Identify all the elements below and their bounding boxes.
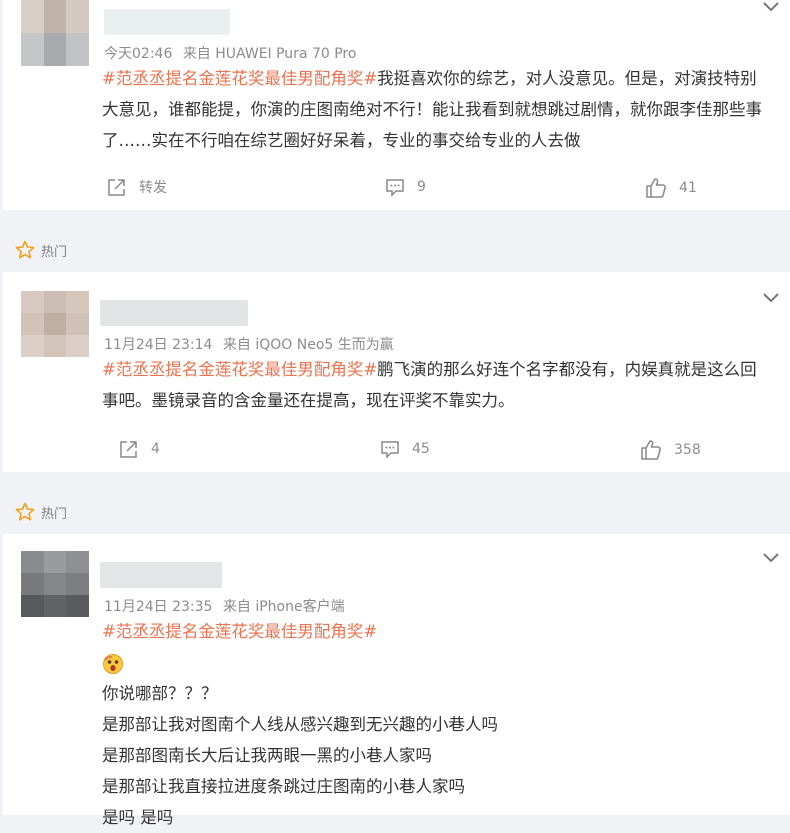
repost-button[interactable]: 4: [119, 439, 160, 459]
comment-time: 今天02:46: [104, 46, 173, 62]
repost-count: 4: [151, 441, 160, 457]
comment-meta: 11月24日 23:35 来自 iPhone客户端: [104, 596, 351, 616]
comment-content: #范丞丞提名金莲花奖最佳男配角奖# 你说哪部？？？ 是那部让我对图南个人线从感兴…: [102, 616, 772, 833]
comment-card-3: 11月24日 23:35 来自 iPhone客户端 #范丞丞提名金莲花奖最佳男配…: [3, 534, 790, 827]
hot-badge: 热门: [15, 502, 67, 522]
chevron-down-icon[interactable]: [761, 291, 781, 305]
topic-tag[interactable]: #范丞丞提名金莲花奖最佳男配角奖#: [102, 616, 772, 647]
like-button[interactable]: 41: [645, 177, 697, 199]
comment-count: 45: [412, 441, 430, 457]
avatar[interactable]: [21, 291, 89, 357]
chevron-down-icon[interactable]: [761, 0, 781, 14]
comment-time: 11月24日 23:14: [104, 337, 213, 353]
topic-tag[interactable]: #范丞丞提名金莲花奖最佳男配角奖#: [102, 360, 377, 379]
thumbs-up-icon: [641, 440, 661, 460]
chevron-down-icon[interactable]: [761, 551, 781, 565]
comment-meta: 今天02:46 来自 HUAWEI Pura 70 Pro: [104, 43, 362, 63]
comment-meta: 11月24日 23:14 来自 iQOO Neo5 生而为赢: [104, 334, 400, 354]
comment-content: #范丞丞提名金莲花奖最佳男配角奖#我挺喜欢你的综艺，对人没意见。但是，对演技特别…: [102, 63, 772, 156]
comment-source: 来自 iQOO Neo5 生而为赢: [222, 337, 394, 353]
thumbs-up-icon: [646, 178, 666, 198]
comment-icon: [386, 179, 404, 197]
comment-time: 11月24日 23:35: [104, 599, 213, 615]
hot-badge: 热门: [15, 240, 67, 260]
comment-content: #范丞丞提名金莲花奖最佳男配角奖#鹏飞演的那么好连个名字都没有，内娱真就是这么回…: [102, 354, 772, 416]
shocked-emoji-icon: [102, 647, 772, 678]
hot-label: 热门: [41, 506, 68, 522]
topic-tag[interactable]: #范丞丞提名金莲花奖最佳男配角奖#: [102, 69, 377, 88]
comment-line: 是吗 是吗: [102, 808, 174, 827]
comment-count: 9: [417, 179, 426, 195]
comment-icon: [381, 441, 399, 459]
username-blurred[interactable]: [104, 9, 230, 35]
comment-line: 是那部让我直接拉进度条跳过庄图南的小巷人家吗: [102, 777, 465, 796]
like-button[interactable]: 358: [640, 439, 701, 461]
like-count: 358: [674, 442, 701, 458]
avatar[interactable]: [21, 551, 89, 617]
avatar[interactable]: [21, 0, 89, 66]
comment-button[interactable]: 45: [380, 439, 430, 459]
comment-card-1: 今天02:46 来自 HUAWEI Pura 70 Pro #范丞丞提名金莲花奖…: [3, 0, 790, 210]
comment-card-2: 11月24日 23:14 来自 iQOO Neo5 生而为赢 #范丞丞提名金莲花…: [3, 272, 790, 472]
hot-label: 热门: [41, 244, 68, 260]
like-count: 41: [679, 180, 697, 196]
comment-source: 来自 HUAWEI Pura 70 Pro: [182, 46, 357, 62]
star-icon: [15, 502, 35, 521]
share-icon: [108, 179, 125, 196]
share-icon: [120, 441, 137, 458]
comment-line: 是那部让我对图南个人线从感兴趣到无兴趣的小巷人吗: [102, 715, 498, 734]
username-blurred[interactable]: [100, 562, 222, 588]
star-icon: [15, 240, 35, 259]
comment-button[interactable]: 9: [385, 177, 426, 197]
repost-button[interactable]: 转发: [107, 177, 167, 197]
comment-line: 你说哪部？？？: [102, 684, 218, 703]
comment-line: 是那部图南长大后让我两眼一黑的小巷人家吗: [102, 746, 432, 765]
comment-source: 来自 iPhone客户端: [222, 599, 345, 615]
username-blurred[interactable]: [100, 300, 248, 326]
repost-label: 转发: [139, 180, 167, 196]
